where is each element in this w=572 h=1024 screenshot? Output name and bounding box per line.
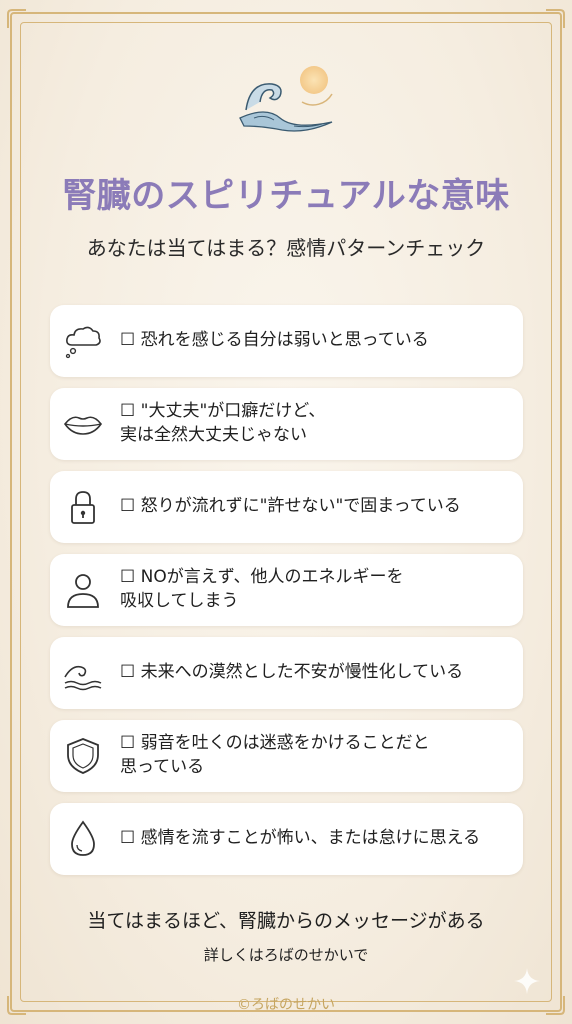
checklist-item-text: ☐ NOが言えず、他人のエネルギーを 吸収してしまう xyxy=(120,567,404,611)
thought-cloud-icon xyxy=(65,326,101,359)
footer-message: 当てはまるほど、腎臓からのメッセージがある xyxy=(87,910,485,932)
padlock-icon xyxy=(71,491,95,524)
page-subtitle: あなたは当てはまる？感情パターンチェック xyxy=(86,236,486,260)
corner-ornament-icon xyxy=(546,9,565,28)
checklist-item[interactable]: ☐ "大丈夫"が口癖だけど、 実は全然大丈夫じゃない xyxy=(50,388,523,460)
checklist-item-text: ☐ 感情を流すことが怖い、または怠けに思える xyxy=(120,828,481,849)
checklist-item-text: ☐ 弱音を吐くのは迷惑をかけることだと 思っている xyxy=(120,733,430,777)
checklist-item[interactable]: ☐ 弱音を吐くのは迷惑をかけることだと 思っている xyxy=(50,720,523,792)
footer-link-text[interactable]: 詳しくはろばのせかいで xyxy=(0,944,572,965)
person-icon xyxy=(67,574,99,608)
page-title: 腎臓のスピリチュアルな意味 xyxy=(62,176,510,216)
checklist-item[interactable]: ☐ NOが言えず、他人のエネルギーを 吸収してしまう xyxy=(50,554,523,626)
water-drop-icon xyxy=(71,820,95,856)
checklist-item-text: ☐ "大丈夫"が口癖だけど、 実は全然大丈夫じゃない xyxy=(120,401,326,445)
checklist-item[interactable]: ☐ 怒りが流れずに"許せない"で固まっている xyxy=(50,471,523,543)
corner-ornament-icon xyxy=(7,9,26,28)
shield-icon xyxy=(67,738,99,774)
lips-icon xyxy=(64,416,102,435)
wave-sun-illustration-icon xyxy=(239,66,333,132)
sparkle-icon xyxy=(514,968,540,994)
checklist-item-text: ☐ 未来への漠然とした不安が慢性化している xyxy=(120,662,464,683)
checklist-item-text: ☐ 怒りが流れずに"許せない"で固まっている xyxy=(120,496,461,517)
credit-text: ©ろばのせかい xyxy=(237,997,335,1013)
checklist-item[interactable]: ☐ 未来への漠然とした不安が慢性化している xyxy=(50,637,523,709)
checklist-item-text: ☐ 恐れを感じる自分は弱いと思っている xyxy=(120,330,429,351)
wave-icon xyxy=(64,665,102,691)
checklist-item[interactable]: ☐ 恐れを感じる自分は弱いと思っている xyxy=(50,305,523,377)
checklist-item[interactable]: ☐ 感情を流すことが怖い、または怠けに思える xyxy=(50,803,523,875)
